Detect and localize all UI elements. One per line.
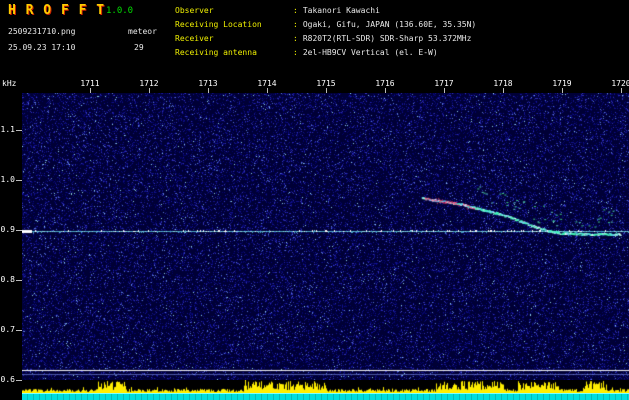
- frequency-tick-label: 1.0: [0, 175, 15, 184]
- y-axis-unit: kHz: [2, 79, 17, 88]
- info-row-antenna: Receiving antenna:2el-HB9CV Vertical (el…: [175, 48, 438, 57]
- spectrogram-canvas: [22, 93, 629, 380]
- level-indicator-bar: [619, 2, 626, 68]
- frequency-tick-label: 0.8: [0, 275, 15, 284]
- field-value: Ogaki, Gifu, JAPAN (136.60E, 35.35N): [302, 20, 477, 29]
- info-row-location: Receiving Location: Ogaki, Gifu, JAPAN (1…: [175, 20, 476, 29]
- frequency-tick-label: 0.7: [0, 325, 15, 334]
- output-filename: 2509231710.png: [8, 27, 76, 36]
- frequency-tick-label: 0.6: [0, 375, 15, 384]
- time-tick-label: 1716: [375, 79, 395, 88]
- field-label: Receiver: [175, 34, 214, 43]
- time-tick-label: 1711: [80, 79, 100, 88]
- field-value: Takanori Kawachi: [302, 6, 380, 15]
- hrofft-output: H R O F F T 1.0.0 2509231710.png meteor …: [0, 0, 629, 400]
- field-value: R820T2(RTL-SDR) SDR-Sharp 53.372MHz: [302, 34, 472, 43]
- time-tick-label: 1712: [139, 79, 159, 88]
- field-value: 2el-HB9CV Vertical (el. E-W): [302, 48, 438, 57]
- time-tick-label: 1718: [493, 79, 513, 88]
- info-row-receiver: Receiver: R820T2(RTL-SDR) SDR-Sharp 53.37…: [175, 34, 471, 43]
- time-tick-label: 1720: [611, 79, 629, 88]
- time-tick-label: 1719: [552, 79, 572, 88]
- field-label: Receiving antenna: [175, 48, 257, 57]
- status-band: [22, 393, 629, 400]
- app-version: 1.0.0: [106, 6, 134, 16]
- frequency-tick-label: 0.9: [0, 225, 15, 234]
- info-row-observer: Observer: Takanori Kawachi: [175, 6, 380, 15]
- time-tick-label: 1715: [316, 79, 336, 88]
- field-label: Observer: [175, 6, 214, 15]
- time-tick-label: 1714: [257, 79, 277, 88]
- observation-datetime: 25.09.23 17:10: [8, 43, 76, 52]
- time-tick-label: 1717: [434, 79, 454, 88]
- frequency-tick-label: 1.1: [0, 125, 15, 134]
- signal-level-meter: [22, 380, 629, 393]
- field-label: Receiving Location: [175, 20, 262, 29]
- time-tick-label: 1713: [198, 79, 218, 88]
- echo-count: 29: [134, 43, 144, 52]
- app-title: H R O F F T: [8, 3, 106, 18]
- mode-label: meteor: [128, 27, 157, 36]
